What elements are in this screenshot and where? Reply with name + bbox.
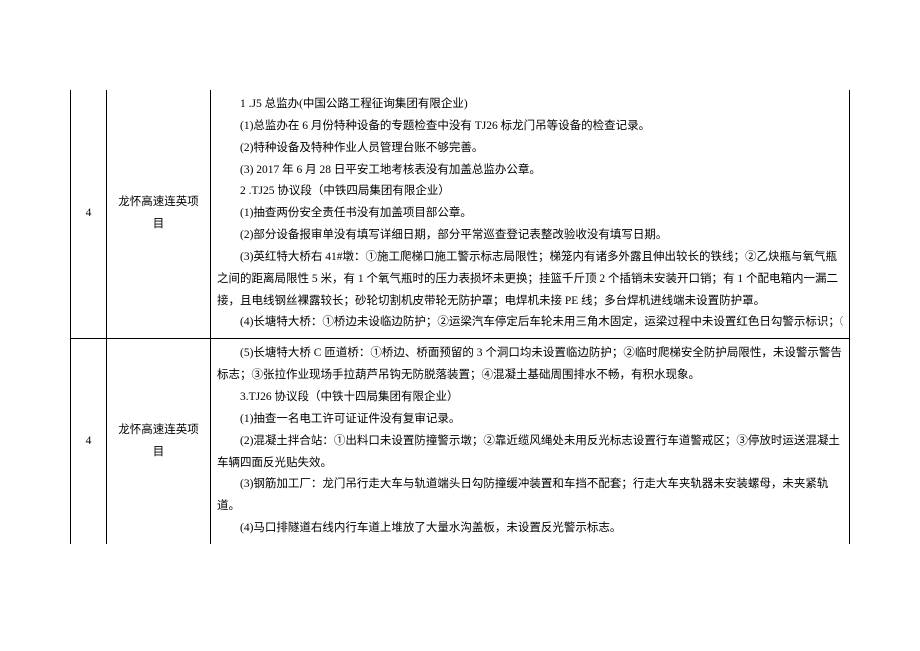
content-line: 1 .J5 总监办(中国公路工程征询集团有限企业): [217, 94, 843, 116]
content-line: (2)部分设备报审单没有填写详细日期，部分平常巡查登记表整改验收没有填写日期。: [217, 225, 843, 247]
content-line: 2 .TJ25 协议段（中铁四局集团有限企业）: [217, 181, 843, 203]
content-line: (1)总监办在 6 月份特种设备的专题检查中没有 TJ26 标龙门吊等设备的检查…: [217, 116, 843, 138]
table-content-cell: 1 .J5 总监办(中国公路工程征询集团有限企业) (1)总监办在 6 月份特种…: [211, 90, 850, 339]
table-row-number: 4: [71, 339, 107, 544]
content-line: (3) 2017 年 6 月 28 日平安工地考核表没有加盖总监办公章。: [217, 160, 843, 182]
content-line: (2)特种设备及特种作业人员管理台账不够完善。: [217, 138, 843, 160]
content-line: (1)抽查两份安全责任书没有加盖项目部公章。: [217, 203, 843, 225]
content-line: (1)抽查一名电工许可证证件没有复审记录。: [217, 409, 843, 431]
table-row-number: 4: [71, 90, 107, 339]
content-line: 3.TJ26 协议段（中铁十四局集团有限企业）: [217, 387, 843, 409]
content-line: (5)长塘特大桥 C 匝道桥：①桥边、桥面预留的 3 个洞口均未设置临边防护；②…: [217, 343, 843, 387]
content-line: (3)钢筋加工厂：龙门吊行走大车与轨道端头日勾防撞缓冲装置和车挡不配套；行走大车…: [217, 474, 843, 518]
content-line: (2)混凝土拌合站：①出料口未设置防撞警示墩；②靠近缆风绳处未用反光标志设置行车…: [217, 431, 843, 475]
table-project-name: 龙怀高速连英项目: [107, 90, 211, 339]
content-line: (3)英红特大桥右 41#墩：①施工爬梯口施工警示标志局限性；梯笼内有诸多外露且…: [217, 247, 843, 313]
table-project-name: 龙怀高速连英项目: [107, 339, 211, 544]
table-content-cell: (5)长塘特大桥 C 匝道桥：①桥边、桥面预留的 3 个洞口均未设置临边防护；②…: [211, 339, 850, 544]
content-line: (4)长塘特大桥：①桥边未设临边防护；②运梁汽车停定后车轮未用三角木固定，运梁过…: [217, 312, 843, 334]
content-line: (4)马口排隧道右线内行车道上堆放了大量水沟盖板，未设置反光警示标志。: [217, 518, 843, 540]
